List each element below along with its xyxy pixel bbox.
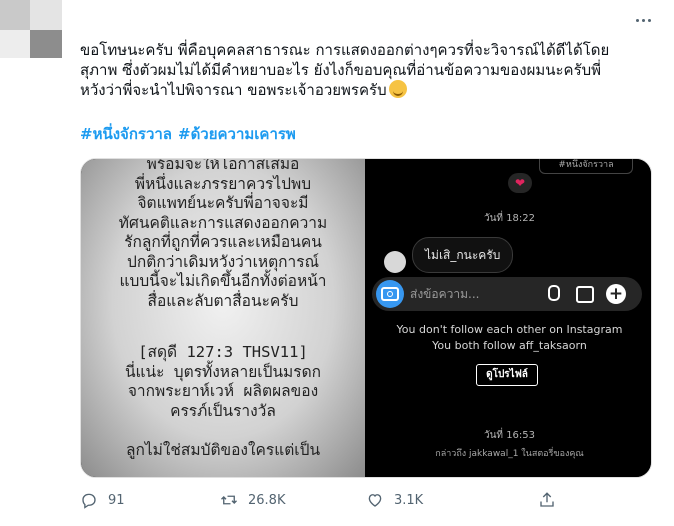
more-options-icon[interactable] — [630, 10, 656, 30]
verse-line: พร้อมจะให้โอกาสเสมอ — [146, 159, 300, 173]
story-tag: #หนึ่งจักรวาล — [539, 159, 633, 174]
plus-icon[interactable]: + — [606, 284, 626, 304]
reply-count: 91 — [108, 492, 125, 508]
verse-line: สื่อและลับตาสื่อนะครับ — [147, 291, 299, 310]
hashtags: #หนึ่งจักรวาล #ด้วยความเคารพ — [80, 122, 302, 146]
share-button[interactable] — [538, 488, 556, 512]
retweet-count: 26.8K — [248, 492, 286, 508]
gallery-icon[interactable] — [576, 286, 594, 303]
verse-line: แบบนี้จะไม่เกิดขึ้นอีกทั้งต่อหน้า — [119, 272, 327, 290]
tweet-text-line: สุภาพ ซึ่งตัวผมไม่ได้มีคำหยาบอะไร ยังไงก… — [80, 61, 602, 79]
retweet-icon — [221, 495, 237, 505]
story-mention: กล่าวถึง jakkawal_1 ในสตอรี่ของคุณ — [435, 449, 584, 459]
like-button[interactable]: 3.1K — [366, 488, 423, 512]
view-profile-button[interactable]: ดูโปรไฟล์ — [476, 364, 538, 386]
tweet-text-line: หวังว่าพี่จะนำไปพิจารณา ขอพระเจ้าอวยพรคร… — [80, 81, 387, 99]
verse-line: จิตแพทย์นะครับพี่อาจจะมี — [137, 194, 309, 212]
follow-status: You don't follow each other on Instagram — [396, 323, 623, 336]
share-icon — [540, 492, 554, 507]
heart-icon — [368, 494, 382, 507]
hashtag-link[interactable]: #ด้วยความเคารพ — [178, 125, 296, 143]
verse-line: ครรภ์เป็นรางวัล — [170, 401, 276, 420]
verse-line: รักลูกที่ถูกที่ควรและเหมือนคน — [124, 233, 322, 251]
dm-screenshot-bottom[interactable]: You don't follow each other on Instagram… — [368, 320, 651, 477]
reply-icon — [82, 493, 96, 509]
sender-avatar — [384, 251, 406, 273]
verse-line: นี่แน่ะ บุตรทั้งหลายเป็นมรดก — [124, 362, 322, 381]
verse-line: [สดุดี 127:3 THSV11] — [138, 343, 308, 361]
reply-button[interactable]: 91 — [80, 488, 125, 512]
tweet-text-line: ขอโทษนะครับ พี่คือบุคคลสาธารณะ การแสดงออ… — [80, 41, 610, 59]
dm-timestamp: วันที่ 16:53 — [483, 430, 536, 441]
dm-screenshot-top[interactable]: #หนึ่งจักรวาล ❤ วันที่ 18:22 ไม่เสิ_กนะค… — [368, 159, 651, 317]
heart-icon: ❤ — [508, 173, 532, 193]
like-count: 3.1K — [394, 492, 424, 508]
smiling-emoji-icon — [388, 80, 407, 98]
hashtag-link[interactable]: #หนึ่งจักรวาล — [80, 125, 172, 143]
verse-image[interactable]: พร้อมจะให้โอกาสเสมอ พี่หนึ่งและภรรยาควรไ… — [81, 159, 365, 477]
dm-timestamp: วันที่ 18:22 — [483, 213, 536, 224]
author-avatar[interactable] — [0, 0, 62, 58]
tweet-actions: 91 26.8K 3.1K — [80, 488, 650, 512]
tweet-text: ขอโทษนะครับ พี่คือบุคคลสาธารณะ การแสดงออ… — [80, 40, 640, 100]
verse-line: ลูกไม่ใช่สมบัติของใครแต่เป็น — [125, 441, 321, 459]
message-input[interactable] — [410, 285, 530, 303]
message-composer: + — [372, 277, 642, 311]
mutual-follow: You both follow aff_taksaorn — [432, 339, 587, 352]
camera-icon[interactable] — [376, 280, 404, 308]
verse-line: จากพระยาห์เวห์ ผลิตผลของ — [127, 382, 319, 400]
dm-message: ไม่เสิ_กนะครับ — [412, 237, 514, 273]
verse-line: ทัศนคติและการแสดงออกความ — [118, 213, 328, 232]
verse-line: พี่หนึ่งและภรรยาควรไปพบ — [134, 174, 312, 193]
microphone-icon[interactable] — [548, 285, 560, 301]
media-grid: พร้อมจะให้โอกาสเสมอ พี่หนึ่งและภรรยาควรไ… — [80, 158, 652, 478]
verse-line: ปกติกว่าเดิมหวังว่าเหตุการณ์ — [127, 252, 319, 271]
retweet-button[interactable]: 26.8K — [220, 488, 285, 512]
